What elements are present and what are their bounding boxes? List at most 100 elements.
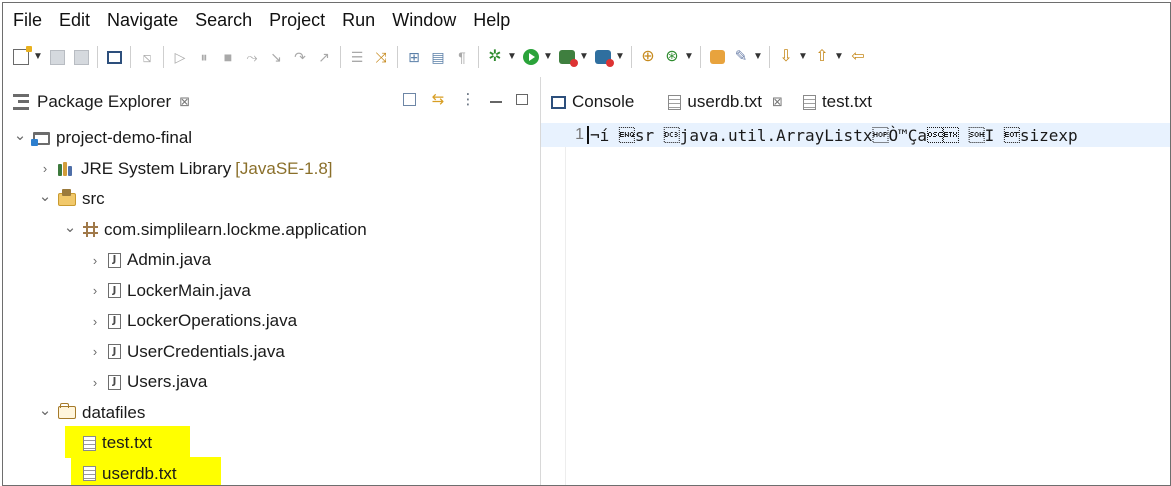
text-editor[interactable]: 1 ¬í sr java.util.ArrayListxÒ™Ça I… xyxy=(541,123,1170,485)
menu-file[interactable]: File xyxy=(3,10,50,31)
chevron-right-icon[interactable]: › xyxy=(88,283,102,298)
previous-annotation-dropdown-icon[interactable]: ▼ xyxy=(834,48,844,66)
chevron-down-icon[interactable]: ⌄ xyxy=(38,187,52,205)
step-into-icon[interactable]: ↘ xyxy=(267,48,285,66)
close-icon[interactable]: ⊠ xyxy=(179,94,190,110)
new-java-package-icon[interactable]: ⊕ xyxy=(639,48,657,66)
console-icon[interactable] xyxy=(105,48,123,66)
tree-item-label: src xyxy=(82,189,105,209)
tree-item[interactable]: › J LockerOperations.java xyxy=(3,306,540,337)
package-explorer-tab[interactable]: Package Explorer ⊠ ⇆ ⋮ xyxy=(3,77,540,127)
tree-item[interactable]: › J UserCredentials.java xyxy=(3,337,540,368)
skip-breakpoints-icon[interactable]: ⧅ xyxy=(138,48,156,66)
show-whitespace-icon[interactable]: ¶ xyxy=(453,48,471,66)
toolbar-separator xyxy=(97,46,98,68)
tab-label: test.txt xyxy=(821,92,873,111)
tree-item[interactable]: › J LockerMain.java xyxy=(3,276,540,307)
toolbar-separator xyxy=(340,46,341,68)
use-step-filters-icon[interactable]: ⤨ xyxy=(372,48,390,66)
tree-item-label: Admin.java xyxy=(127,250,212,270)
editor-line[interactable]: 1 ¬í sr java.util.ArrayListxÒ™Ça I… xyxy=(541,123,1170,147)
open-perspective-icon[interactable]: ▤ xyxy=(429,48,447,66)
terminate-icon[interactable]: ■ xyxy=(219,48,237,66)
chevron-right-icon[interactable]: › xyxy=(88,314,102,329)
tree-item[interactable]: › J Admin.java xyxy=(3,245,540,276)
tree-item-label: test.txt xyxy=(102,433,153,453)
disconnect-icon[interactable]: ⤳ xyxy=(243,48,261,66)
package-explorer-view: Package Explorer ⊠ ⇆ ⋮ ⌄ project-demo-fin… xyxy=(3,77,540,485)
drop-to-frame-icon[interactable]: ☰ xyxy=(348,48,366,66)
external-tools-icon[interactable] xyxy=(594,48,614,67)
new-icon[interactable] xyxy=(12,46,32,66)
step-return-icon[interactable]: ↗ xyxy=(315,48,333,66)
tab-console[interactable]: Console xyxy=(541,77,644,127)
tree-item-label: UserCredentials.java xyxy=(127,341,285,361)
tree-item[interactable]: test.txt xyxy=(3,426,540,459)
run-icon[interactable] xyxy=(522,48,540,66)
view-menu-icon[interactable]: ⋮ xyxy=(460,91,476,108)
menu-window[interactable]: Window xyxy=(383,10,464,31)
maximize-icon[interactable] xyxy=(516,93,528,105)
editor-area: Console userdb.txt ⊠ test.txt 1 ¬í sr … xyxy=(541,77,1170,485)
previous-annotation-icon[interactable]: ⇧ xyxy=(813,48,831,66)
next-annotation-icon[interactable]: ⇩ xyxy=(777,48,795,66)
chevron-down-icon[interactable]: ⌄ xyxy=(38,401,52,419)
debug-dropdown-icon[interactable]: ▼ xyxy=(507,48,517,66)
tab-test-txt[interactable]: test.txt xyxy=(793,77,882,127)
java-file-icon: J xyxy=(108,283,121,299)
tree-item[interactable]: › J Users.java xyxy=(3,367,540,398)
tree-item-label: JRE System Library xyxy=(81,158,232,178)
chevron-right-icon[interactable]: › xyxy=(88,344,102,359)
close-icon[interactable]: ⊠ xyxy=(772,94,783,110)
chevron-down-icon[interactable]: ⌄ xyxy=(63,218,77,236)
tab-label: Console xyxy=(572,92,635,111)
menu-edit[interactable]: Edit xyxy=(50,10,98,31)
chevron-right-icon[interactable]: › xyxy=(88,375,102,390)
save-icon[interactable] xyxy=(48,48,66,66)
tree-item[interactable]: ⌄ project-demo-final xyxy=(3,123,540,154)
tree-item[interactable]: › JRE System Library [JavaSE-1.8] xyxy=(3,154,540,185)
open-task-icon[interactable] xyxy=(708,48,726,66)
new-class-dropdown-icon[interactable]: ▼ xyxy=(684,48,694,66)
open-type-icon[interactable]: ⊞ xyxy=(405,48,423,66)
toolbar-separator xyxy=(700,46,701,68)
chevron-right-icon[interactable]: › xyxy=(88,253,102,268)
new-dropdown-icon[interactable]: ▼ xyxy=(33,48,43,66)
toolbar-separator xyxy=(130,46,131,68)
save-all-icon[interactable] xyxy=(72,48,90,66)
suspend-icon[interactable]: ⏸ xyxy=(195,48,213,66)
debug-icon[interactable]: ✲ xyxy=(486,48,504,66)
main-toolbar: ▼ ⧅ ▷ ⏸ ■ ⤳ ↘ ↷ ↗ ☰ ⤨ ⊞ ▤ ¶ ✲ ▼ ▼ ▼ ▼ ⊕ … xyxy=(3,37,1170,77)
search-dropdown-icon[interactable]: ▼ xyxy=(753,48,763,66)
run-dropdown-icon[interactable]: ▼ xyxy=(543,48,553,66)
next-annotation-dropdown-icon[interactable]: ▼ xyxy=(798,48,808,66)
menu-help[interactable]: Help xyxy=(464,10,518,31)
link-with-editor-icon[interactable]: ⇆ xyxy=(430,91,446,108)
menu-navigate[interactable]: Navigate xyxy=(98,10,186,31)
toolbar-separator xyxy=(397,46,398,68)
tree-item[interactable]: ⌄ datafiles xyxy=(3,398,540,429)
external-tools-dropdown-icon[interactable]: ▼ xyxy=(615,48,625,66)
menu-project[interactable]: Project xyxy=(260,10,333,31)
menu-search[interactable]: Search xyxy=(186,10,260,31)
minimize-icon[interactable] xyxy=(490,95,502,103)
tree-item-label: datafiles xyxy=(82,402,146,422)
text-file-icon xyxy=(668,94,682,110)
new-java-class-icon[interactable]: ⊛ xyxy=(663,48,681,66)
menu-run[interactable]: Run xyxy=(333,10,383,31)
coverage-dropdown-icon[interactable]: ▼ xyxy=(579,48,589,66)
tree-item-label: LockerOperations.java xyxy=(127,311,298,331)
tab-userdb-txt[interactable]: userdb.txt ⊠ xyxy=(658,77,793,127)
tree-item[interactable]: ⌄ com.simplilearn.lockme.application xyxy=(3,215,540,246)
run-coverage-icon[interactable] xyxy=(558,48,578,67)
step-over-icon[interactable]: ↷ xyxy=(291,48,309,66)
tree-item[interactable]: ⌄ src xyxy=(3,184,540,215)
chevron-down-icon[interactable]: ⌄ xyxy=(13,126,27,144)
back-icon[interactable]: ⇦ xyxy=(849,48,867,66)
tree-item-label: userdb.txt xyxy=(102,463,177,483)
resume-icon[interactable]: ▷ xyxy=(171,48,189,66)
tree-item[interactable]: userdb.txt xyxy=(3,456,540,485)
chevron-right-icon[interactable]: › xyxy=(38,161,52,176)
search-icon[interactable]: ✎ xyxy=(732,48,750,66)
collapse-all-icon[interactable] xyxy=(403,92,416,106)
